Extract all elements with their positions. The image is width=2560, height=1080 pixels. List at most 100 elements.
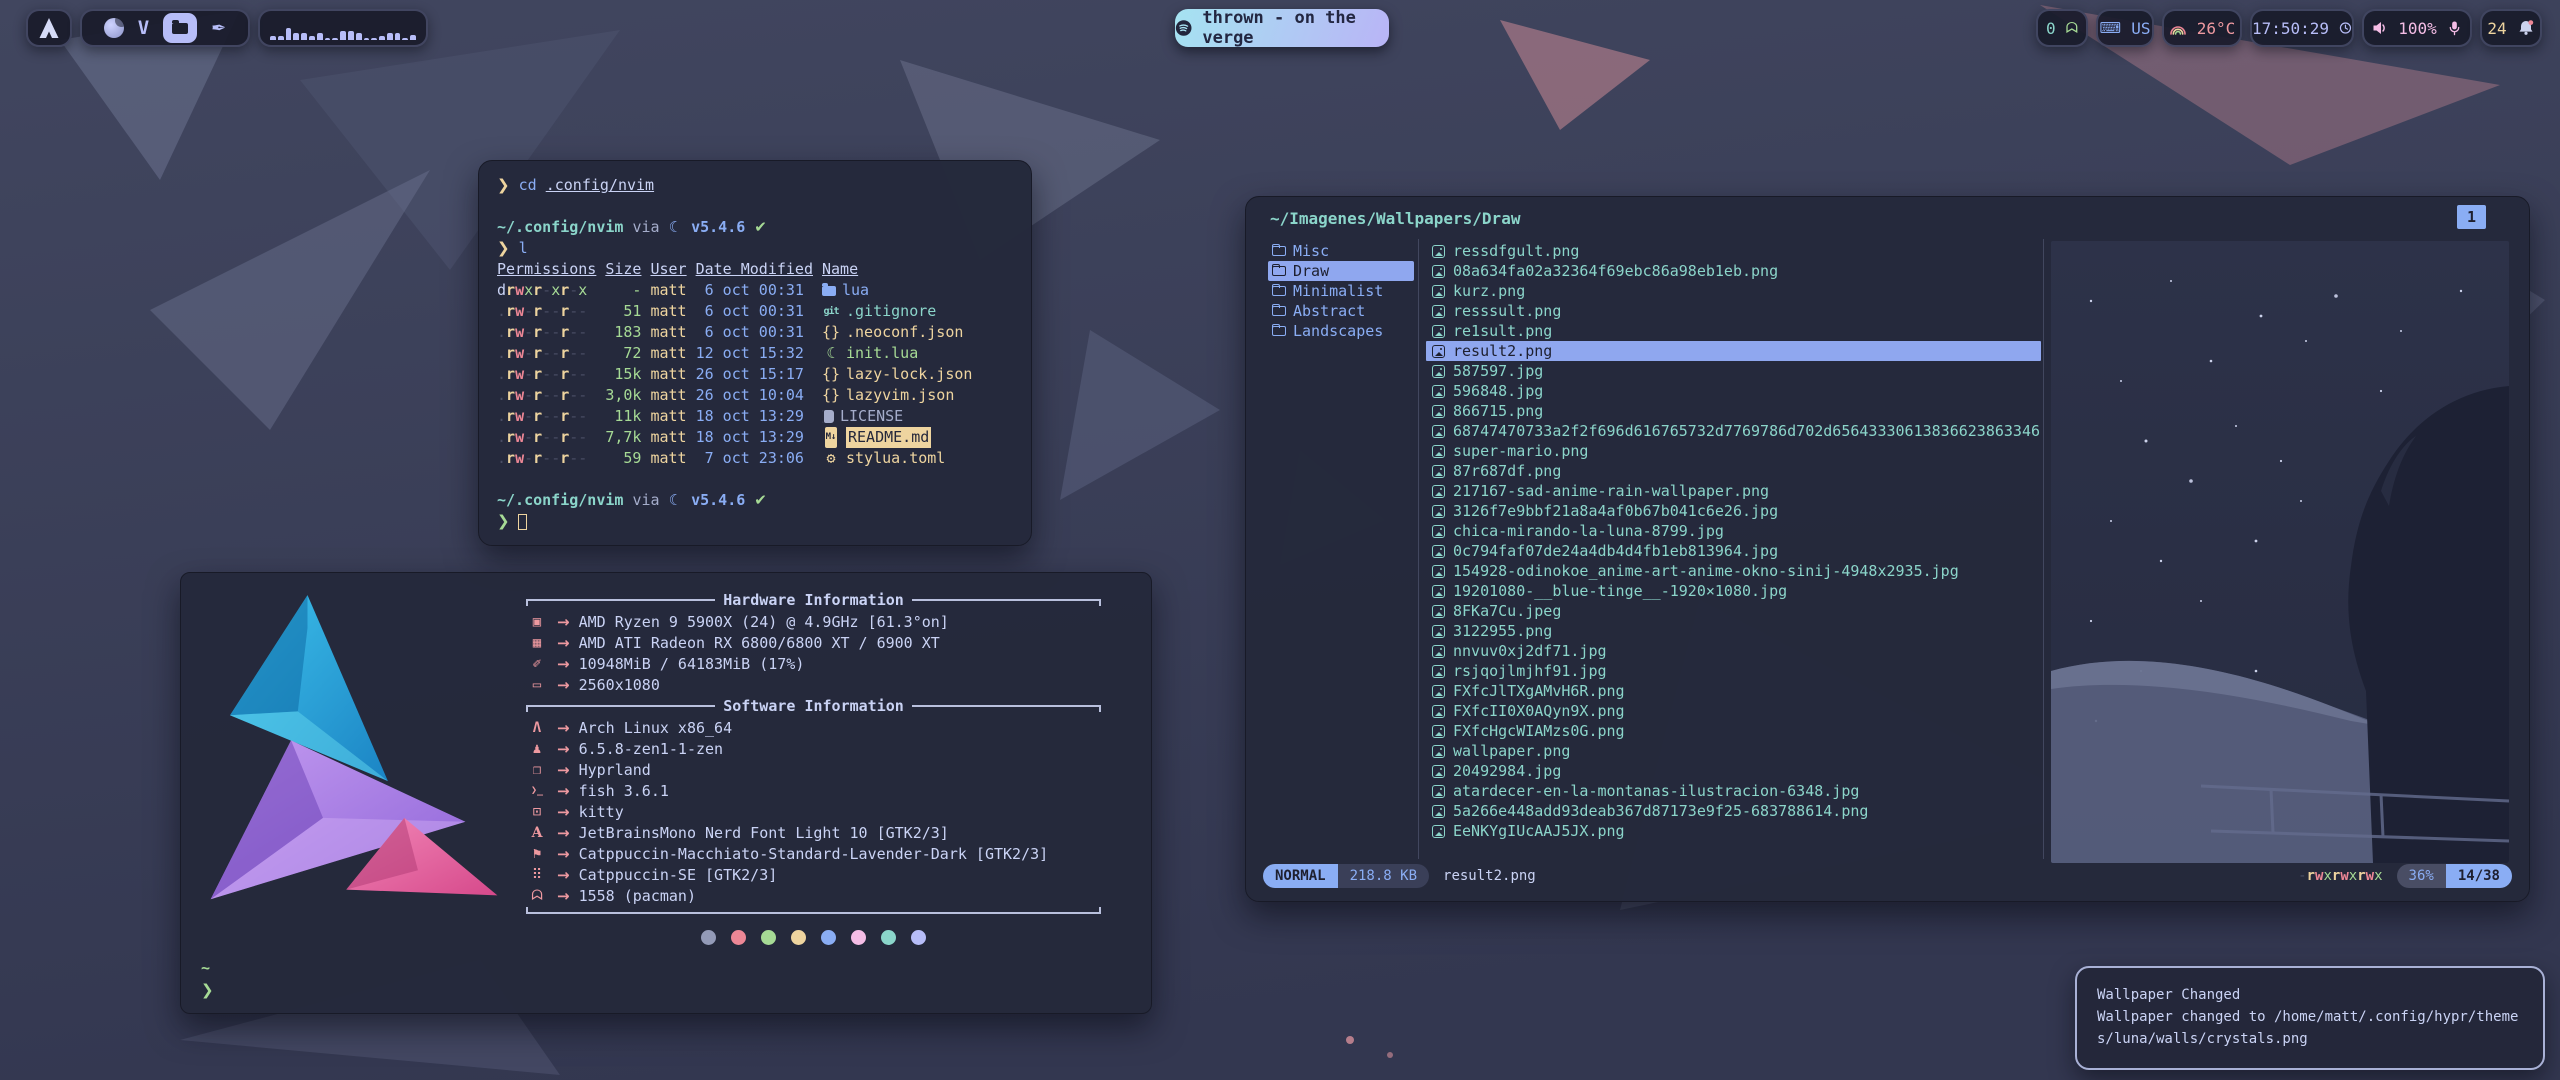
cpu-icon — [526, 614, 548, 630]
book-icon — [822, 410, 834, 423]
firefox-icon[interactable] — [104, 18, 124, 38]
arrow-icon — [557, 866, 570, 884]
visualizer-bar — [356, 33, 362, 40]
file-list-item[interactable]: EeNKYgIUcAAJ5JX.png — [1426, 821, 2041, 841]
software-rows: Arch Linux x86_64 6.5.8-zen1-1-zen Hyprl… — [526, 717, 1101, 906]
prompt-icon: ❯ — [497, 175, 510, 196]
image-file-icon — [1432, 725, 1445, 738]
file-list-item[interactable]: atardecer-en-la-montanas-ilustracion-634… — [1426, 781, 2041, 801]
file-list-item[interactable]: 3122955.png — [1426, 621, 2041, 641]
file-name: 866715.png — [1453, 402, 1543, 420]
palette-dot — [731, 930, 746, 945]
ls-row: drwxr-xr-x - matt 6 oct 00:31 lua — [497, 280, 1013, 301]
file-size: 59 — [623, 448, 641, 469]
audio-widget[interactable]: 100% — [2362, 9, 2472, 47]
permissions: .rw-r--r-- — [497, 448, 596, 469]
file-list-item[interactable]: rsjqojlmjhf91.jpg — [1426, 661, 2041, 681]
info-row: Hyprland — [526, 759, 1101, 780]
date-modified: 18 oct 13:29 — [696, 427, 813, 448]
file-list-item[interactable]: 87r687df.png — [1426, 461, 2041, 481]
date-modified: 6 oct 00:31 — [696, 301, 813, 322]
file-list-item[interactable]: FXfcJlTXgAMvH6R.png — [1426, 681, 2041, 701]
file-list-item[interactable]: super-mario.png — [1426, 441, 2041, 461]
file-list-item[interactable]: chica-mirando-la-luna-8799.jpg — [1426, 521, 2041, 541]
sidebar-directory[interactable]: Landscapes — [1268, 321, 1414, 341]
visualizer-bar — [332, 38, 338, 40]
notification-toast[interactable]: Wallpaper Changed Wallpaper changed to /… — [2075, 966, 2545, 1070]
lua-icon: ☾ — [669, 217, 682, 238]
sidebar-directory[interactable]: Abstract — [1268, 301, 1414, 321]
visualizer-bar — [379, 36, 385, 40]
file-name: re1sult.png — [1453, 322, 1552, 340]
file-list-item[interactable]: FXfcHgcWIAMzs0G.png — [1426, 721, 2041, 741]
pacman-ghost-icon: ᗣ — [2066, 19, 2078, 37]
weather-widget[interactable]: 26°C — [2162, 9, 2242, 47]
file-list-item[interactable]: nnvuv0xj2df71.jpg — [1426, 641, 2041, 661]
file-list-item[interactable]: result2.png — [1426, 341, 2041, 361]
notifications-widget[interactable]: 24 — [2480, 9, 2542, 47]
file-list-item[interactable]: 0c794faf07de24a4db4d4fb1eb813964.jpg — [1426, 541, 2041, 561]
file-list-item[interactable]: 217167-sad-anime-rain-wallpaper.png — [1426, 481, 2041, 501]
updates-widget[interactable]: 0 ᗣ — [2036, 9, 2088, 47]
icon-theme-icon — [526, 867, 548, 883]
sidebar-directory[interactable]: Misc — [1268, 241, 1414, 261]
file-name: 20492984.jpg — [1453, 762, 1561, 780]
file-list-item[interactable]: 587597.jpg — [1426, 361, 2041, 381]
info-value: AMD Ryzen 9 5900X (24) @ 4.9GHz [61.3°on… — [579, 613, 949, 631]
app-launcher-button[interactable] — [26, 9, 72, 47]
visualizer-bar — [293, 33, 299, 40]
file-list-item[interactable]: 3126f7e9bbf21a8a4af0b67b041c6e26.jpg — [1426, 501, 2041, 521]
file-list-item[interactable]: 154928-odinokoe_anime-art-anime-okno-sin… — [1426, 561, 2041, 581]
file-size: 218.8 KB — [1338, 864, 1429, 888]
file-list-item[interactable]: 20492984.jpg — [1426, 761, 2041, 781]
ls-row: .rw-r--r-- 72 matt 12 oct 15:32 init.lua — [497, 343, 1013, 364]
file-name: 596848.jpg — [1453, 382, 1543, 400]
permissions: .rw-r--r-- — [497, 406, 596, 427]
visualizer-bar — [395, 33, 401, 40]
arrow-icon — [557, 761, 570, 779]
file-list-item[interactable]: 19201080-__blue-tinge__-1920×1080.jpg — [1426, 581, 2041, 601]
terminal-icon — [526, 804, 548, 820]
arrow-icon — [557, 782, 570, 800]
sidebar-directory[interactable]: Minimalist — [1268, 281, 1414, 301]
arrow-icon — [557, 655, 570, 673]
cursor-position: 14/38 — [2446, 864, 2512, 888]
file-list-item[interactable]: 08a634fa02a32364f69ebc86a98eb1eb.png — [1426, 261, 2041, 281]
file-size: 51 — [623, 301, 641, 322]
visualizer-bar — [317, 33, 323, 40]
notification-body: Wallpaper changed to /home/matt/.config/… — [2097, 1006, 2523, 1050]
file-name: kurz.png — [1453, 282, 1525, 300]
file-list-item[interactable]: 596848.jpg — [1426, 381, 2041, 401]
image-file-icon — [1432, 405, 1445, 418]
info-value: JetBrainsMono Nerd Font Light 10 [GTK2/3… — [579, 824, 949, 842]
file-list-item[interactable]: 68747470733a2f2f696d616765732d7769786d70… — [1426, 421, 2041, 441]
file-list-item[interactable]: 866715.png — [1426, 401, 2041, 421]
file-list-item[interactable]: ressdfgult.png — [1426, 241, 2041, 261]
file-list-item[interactable]: FXfcII0X0AQyn9X.png — [1426, 701, 2041, 721]
permissions: .rw-r--r-- — [497, 427, 596, 448]
neovim-icon[interactable]: V — [138, 17, 149, 39]
sidebar-directory[interactable]: Draw — [1268, 261, 1414, 281]
clock-widget[interactable]: 17:50:29 — [2250, 9, 2354, 47]
paintbrush-icon[interactable]: ✒ — [211, 18, 226, 39]
check-icon: ✔ — [754, 217, 767, 238]
file-name: lazy-lock.json — [846, 364, 972, 385]
owner: matt — [650, 427, 686, 448]
gear-icon — [822, 448, 840, 469]
now-playing-widget[interactable]: thrown - on the verge — [1175, 9, 1389, 47]
file-size: 15k — [614, 364, 641, 385]
file-list-item[interactable]: 8FKa7Cu.jpeg — [1426, 601, 2041, 621]
file-list-item[interactable]: re1sult.png — [1426, 321, 2041, 341]
file-manager-icon-active[interactable] — [163, 13, 197, 43]
visualizer-bar — [309, 36, 315, 40]
file-list-item[interactable]: kurz.png — [1426, 281, 2041, 301]
command-arg: .config/nvim — [546, 175, 654, 196]
file-name: FXfcII0X0AQyn9X.png — [1453, 702, 1625, 720]
check-icon: ✔ — [754, 490, 767, 511]
file-list-item[interactable]: resssult.png — [1426, 301, 2041, 321]
file-list-item[interactable]: 5a266e448add93deab367d87173e9f25-6837886… — [1426, 801, 2041, 821]
rainbow-icon — [2169, 22, 2187, 35]
tab-page-badge[interactable]: 1 — [2457, 205, 2486, 229]
file-list-item[interactable]: wallpaper.png — [1426, 741, 2041, 761]
keyboard-layout-widget[interactable]: ⌨ US — [2096, 9, 2154, 47]
